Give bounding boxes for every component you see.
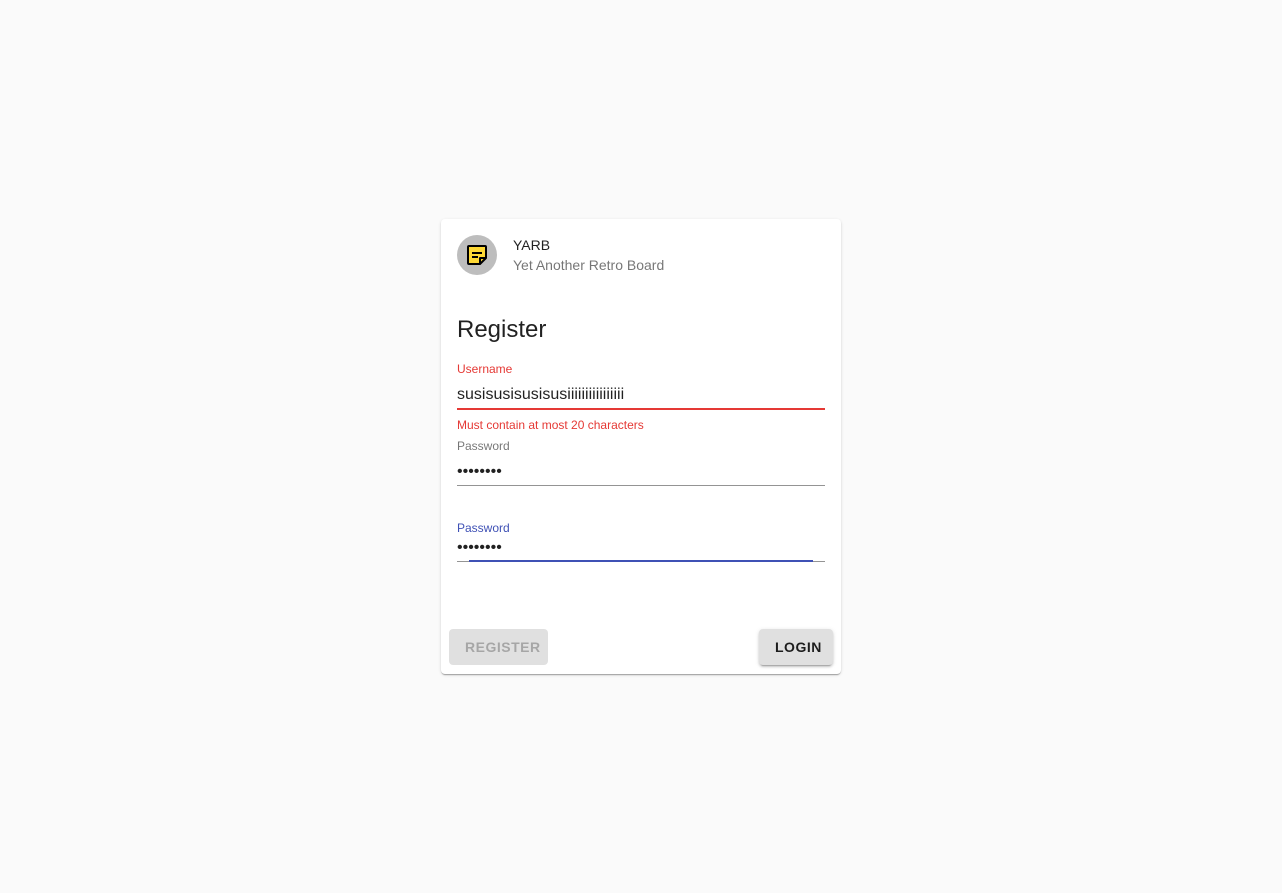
password-underline: [457, 485, 825, 486]
avatar: [457, 235, 497, 275]
app-title: YARB: [513, 237, 551, 253]
username-input[interactable]: [457, 385, 825, 404]
password-repeat-field: Password: [457, 521, 825, 562]
password-field: Password: [457, 439, 825, 486]
login-button[interactable]: Login: [759, 629, 833, 665]
header-titles: YARB Yet Another Retro Board: [513, 235, 664, 275]
register-button[interactable]: Register: [449, 629, 548, 665]
password-repeat-input[interactable]: [457, 538, 825, 557]
app-subtitle: Yet Another Retro Board: [513, 257, 665, 273]
form-title: Register: [457, 316, 547, 343]
register-card: YARB Yet Another Retro Board Register Us…: [441, 219, 841, 674]
sticky-note-icon: [465, 243, 489, 267]
username-error-text: Must contain at most 20 characters: [457, 418, 644, 432]
password-input[interactable]: [457, 462, 825, 481]
username-field: Username Must contain at most 20 charact…: [457, 362, 825, 432]
username-underline: [457, 408, 825, 410]
username-label: Username: [457, 362, 513, 376]
password-repeat-focus-bar: [469, 560, 813, 562]
card-header: YARB Yet Another Retro Board: [457, 235, 664, 275]
password-label: Password: [457, 439, 510, 453]
password-repeat-label: Password: [457, 521, 510, 535]
password-repeat-underline: [457, 560, 825, 562]
